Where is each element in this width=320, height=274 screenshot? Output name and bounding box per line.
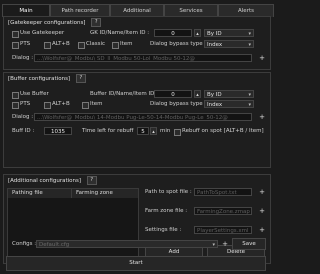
use-buffer-checkbox[interactable]: [12, 92, 19, 99]
settings-file-input[interactable]: PlayerSettings.xml: [194, 226, 252, 234]
altb-label: ALT+B: [52, 41, 70, 47]
min-label: min: [160, 128, 171, 134]
gk-id-input[interactable]: 0: [154, 29, 192, 37]
add-dialog-button[interactable]: +: [258, 54, 266, 62]
dialog-label: Dialog :: [12, 55, 34, 61]
buffer-altb-label: ALT+B: [52, 101, 70, 107]
configs-label: Configs :: [12, 241, 37, 247]
buffer-id-stepper[interactable]: ▴: [194, 90, 201, 98]
farm-zone-input[interactable]: FarmingZone.zmap: [194, 207, 252, 215]
gatekeeper-header: [Gatekeeper configurations] ?: [4, 18, 102, 27]
time-left-stepper[interactable]: ▴: [150, 127, 157, 135]
buffer-dialog-bypass-select[interactable]: Index ▾: [204, 100, 254, 108]
add-zone-file-button[interactable]: +: [258, 207, 266, 215]
buffer-header: [Buffer configurations] ?: [4, 74, 86, 83]
farm-zone-label: Farm zone file :: [145, 208, 188, 214]
start-button[interactable]: Start: [6, 256, 266, 271]
buffer-by-select[interactable]: By ID ▾: [204, 90, 254, 98]
buffer-id-input[interactable]: 0: [154, 90, 192, 98]
pts-label: PTS: [20, 41, 31, 47]
chevron-down-icon: ▾: [248, 102, 251, 108]
chevron-down-icon: ▾: [248, 42, 251, 48]
buffer-item-label: Item: [90, 101, 103, 107]
save-button[interactable]: Save: [232, 238, 266, 250]
help-icon[interactable]: ?: [75, 74, 86, 83]
gk-dialog-input[interactable]: ...\Wolfsfer@_Modbu\ SD_ll_Modbu 50-Lol_…: [34, 54, 252, 62]
use-gatekeeper-label: Use Gatekeeper: [20, 30, 65, 36]
chevron-down-icon: ▾: [212, 242, 215, 248]
chevron-down-icon: ▾: [248, 92, 251, 98]
additional-header: [Additional configurations] ?: [4, 176, 97, 185]
buff-id-input[interactable]: 1035: [44, 127, 72, 135]
dialog-bypass-label: Dialog bypass type :: [150, 41, 207, 47]
buffer-pts-checkbox[interactable]: [12, 102, 19, 109]
dialog-bypass-select[interactable]: Index ▾: [204, 40, 254, 48]
path-to-spot-label: Path to spot file :: [145, 189, 192, 195]
add-buffer-dialog-button[interactable]: +: [258, 113, 266, 121]
buffer-pts-label: PTS: [20, 101, 31, 107]
configs-select[interactable]: Default.cfg ▾: [36, 240, 218, 248]
rebuff-on-spot-checkbox[interactable]: [174, 129, 181, 136]
chevron-down-icon: ▾: [248, 31, 251, 37]
column-farming-zone[interactable]: Farming zone: [72, 189, 138, 198]
item-label: Item: [120, 41, 133, 47]
buffer-dialog-bypass-select-value: Index: [207, 102, 223, 108]
buffer-by-select-value: By ID: [207, 92, 222, 98]
pts-checkbox[interactable]: [12, 42, 19, 49]
item-checkbox[interactable]: [112, 42, 119, 49]
buffer-header-label: [Buffer configurations]: [8, 76, 71, 82]
gk-id-label: GK ID/Name/Item ID :: [90, 30, 150, 36]
additional-header-label: [Additional configurations]: [8, 178, 81, 184]
buffer-id-label: Buffer ID/Name/Item ID :: [90, 91, 158, 97]
help-icon[interactable]: ?: [91, 18, 102, 27]
classic-checkbox[interactable]: [78, 42, 85, 49]
configs-select-value: Default.cfg: [39, 242, 70, 248]
gk-id-stepper[interactable]: ▴: [194, 29, 201, 37]
buffer-altb-checkbox[interactable]: [44, 102, 51, 109]
add-config-button[interactable]: +: [221, 240, 229, 248]
classic-label: Classic: [86, 41, 106, 47]
dialog-bypass-select-value: Index: [207, 42, 223, 48]
altb-checkbox[interactable]: [44, 42, 51, 49]
time-left-label: Time left for rebuff: [82, 128, 134, 134]
gk-by-select-value: By ID: [207, 31, 222, 37]
tab-bar: Main Path recorder Additional Services A…: [0, 2, 274, 17]
time-left-input[interactable]: 5: [137, 127, 149, 135]
buffer-dialog-bypass-label: Dialog bypass type :: [150, 101, 207, 107]
add-path-file-button[interactable]: +: [258, 188, 266, 196]
gatekeeper-panel: [Gatekeeper configurations] ? Use Gateke…: [3, 16, 271, 70]
buffer-dialog-label: Dialog :: [12, 114, 34, 120]
gatekeeper-header-label: [Gatekeeper configurations]: [8, 20, 86, 26]
buffer-item-checkbox[interactable]: [82, 102, 89, 109]
path-to-spot-input[interactable]: PathToSpot.txt: [194, 188, 252, 196]
help-icon[interactable]: ?: [86, 176, 97, 185]
use-buffer-label: Use Buffer: [20, 91, 49, 97]
rebuff-on-spot-label: Rebuff on spot [ALT+B / Item]: [182, 128, 264, 134]
add-settings-file-button[interactable]: +: [258, 226, 266, 234]
column-pathing-file[interactable]: Pathing file: [8, 189, 72, 198]
gk-by-select[interactable]: By ID ▾: [204, 29, 254, 37]
use-gatekeeper-checkbox[interactable]: [12, 31, 19, 38]
buffer-dialog-input[interactable]: ...\Wolfsfer@_Modbu\ 14-Modbu Pug-Le-50-…: [34, 113, 252, 121]
settings-file-label: Settings file :: [145, 227, 182, 233]
buffer-panel: [Buffer configurations] ? Use Buffer Buf…: [3, 72, 271, 168]
additional-panel: [Additional configurations] ? Pathing fi…: [3, 174, 271, 264]
buff-id-label: Buff ID :: [12, 128, 35, 134]
